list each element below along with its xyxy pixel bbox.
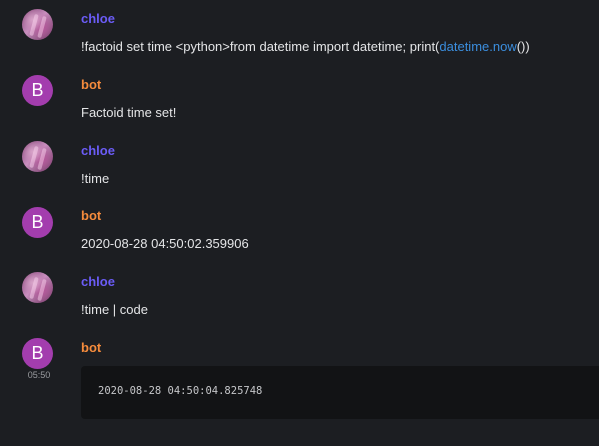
username[interactable]: bot	[81, 77, 101, 93]
message-timestamp: 05:50	[27, 370, 51, 380]
username[interactable]: chloe	[81, 143, 115, 159]
code-text: 2020-08-28 04:50:04.825748	[98, 385, 263, 397]
message-text: !factoid set time <python>from datetime …	[81, 39, 530, 54]
message-text: !time | code	[81, 302, 148, 317]
username[interactable]: bot	[81, 208, 101, 224]
message-text: Factoid time set!	[81, 105, 177, 120]
code-block: 2020-08-28 04:50:04.825748	[81, 366, 599, 419]
avatar[interactable]: B	[22, 75, 53, 106]
username[interactable]: bot	[81, 340, 101, 356]
inline-link[interactable]: datetime.now	[439, 39, 516, 54]
avatar[interactable]: B	[22, 338, 53, 369]
avatar[interactable]	[22, 272, 53, 303]
avatar[interactable]: B	[22, 207, 53, 238]
username[interactable]: chloe	[81, 274, 115, 290]
avatar[interactable]	[22, 9, 53, 40]
username[interactable]: chloe	[81, 11, 115, 27]
message-text: !time	[81, 171, 110, 186]
avatar[interactable]	[22, 141, 53, 172]
message-text: 2020-08-28 04:50:02.359906	[81, 236, 249, 251]
